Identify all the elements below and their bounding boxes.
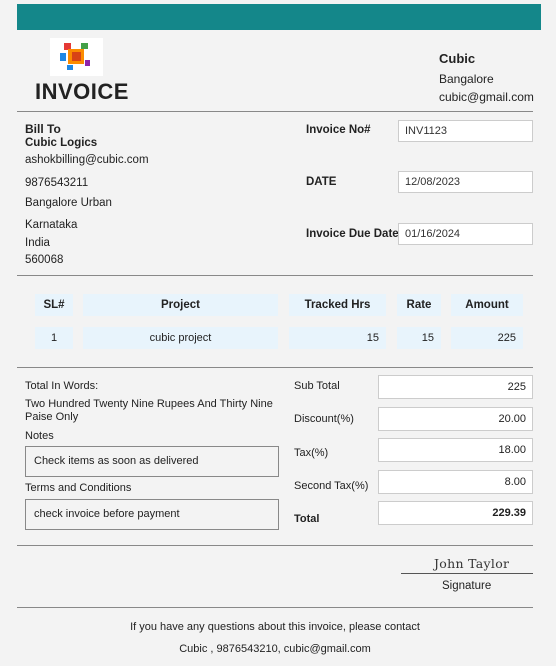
subtotal-label: Sub Total	[294, 380, 340, 392]
signature-line	[401, 573, 533, 574]
client-area: Bangalore Urban	[25, 197, 112, 209]
row-project[interactable]: cubic project	[83, 327, 278, 349]
client-name: Cubic Logics	[25, 137, 98, 149]
due-date-field[interactable]: 01/16/2024	[398, 223, 533, 245]
logo-icon	[60, 43, 90, 70]
table-header-amount: Amount	[451, 294, 523, 316]
tax-label: Tax(%)	[294, 447, 329, 459]
subtotal-field: 225	[378, 375, 533, 399]
invoice-number-field[interactable]: INV1123	[398, 120, 533, 142]
notes-field[interactable]: Check items as soon as delivered	[25, 446, 279, 477]
table-header-sl: SL#	[35, 294, 73, 316]
divider	[17, 367, 533, 368]
second-tax-label: Second Tax(%)	[294, 480, 369, 492]
signature-label: Signature	[442, 580, 492, 592]
client-email: ashokbilling@cubic.com	[25, 154, 149, 166]
invoice-title: INVOICE	[35, 79, 129, 104]
client-pincode: 560068	[25, 254, 64, 266]
total-in-words-value: Two Hundred Twenty Nine Rupees And Thirt…	[25, 398, 273, 423]
table-header-rate: Rate	[397, 294, 441, 316]
date-label: DATE	[306, 176, 337, 188]
client-country: India	[25, 237, 50, 249]
due-date-label: Invoice Due Date	[306, 228, 399, 240]
divider	[17, 607, 533, 608]
discount-field[interactable]: 20.00	[378, 407, 533, 431]
row-sl: 1	[35, 327, 73, 349]
divider	[17, 545, 533, 546]
total-in-words-label: Total In Words:	[25, 380, 99, 392]
top-banner	[17, 4, 541, 30]
company-logo	[50, 38, 103, 76]
row-rate[interactable]: 15	[397, 327, 441, 349]
company-info: Cubic Bangalore cubic@gmail.com	[439, 50, 534, 106]
bill-to-label: Bill To	[25, 122, 61, 136]
company-email: cubic@gmail.com	[439, 90, 534, 104]
client-phone: 9876543211	[25, 177, 89, 189]
tax-field[interactable]: 18.00	[378, 438, 533, 462]
divider	[17, 275, 533, 276]
invoice-number-label: Invoice No#	[306, 124, 371, 136]
row-amount: 225	[451, 327, 523, 349]
date-field[interactable]: 12/08/2023	[398, 171, 533, 193]
terms-field[interactable]: check invoice before payment	[25, 499, 279, 530]
company-name: Cubic	[439, 51, 476, 66]
second-tax-field[interactable]: 8.00	[378, 470, 533, 494]
company-city: Bangalore	[439, 72, 494, 86]
notes-label: Notes	[25, 430, 54, 442]
total-field: 229.39	[378, 501, 533, 525]
row-hrs[interactable]: 15	[289, 327, 386, 349]
table-header-hrs: Tracked Hrs	[289, 294, 386, 316]
client-state: Karnataka	[25, 219, 78, 231]
footer-contact-details: Cubic , 9876543210, cubic@gmail.com	[179, 643, 371, 655]
terms-label: Terms and Conditions	[25, 482, 132, 494]
signature-name: John Taylor	[434, 556, 510, 571]
divider	[17, 111, 533, 112]
footer-contact-line: If you have any questions about this inv…	[130, 621, 420, 633]
table-header-project: Project	[83, 294, 278, 316]
discount-label: Discount(%)	[294, 413, 354, 425]
total-label: Total	[294, 513, 320, 525]
